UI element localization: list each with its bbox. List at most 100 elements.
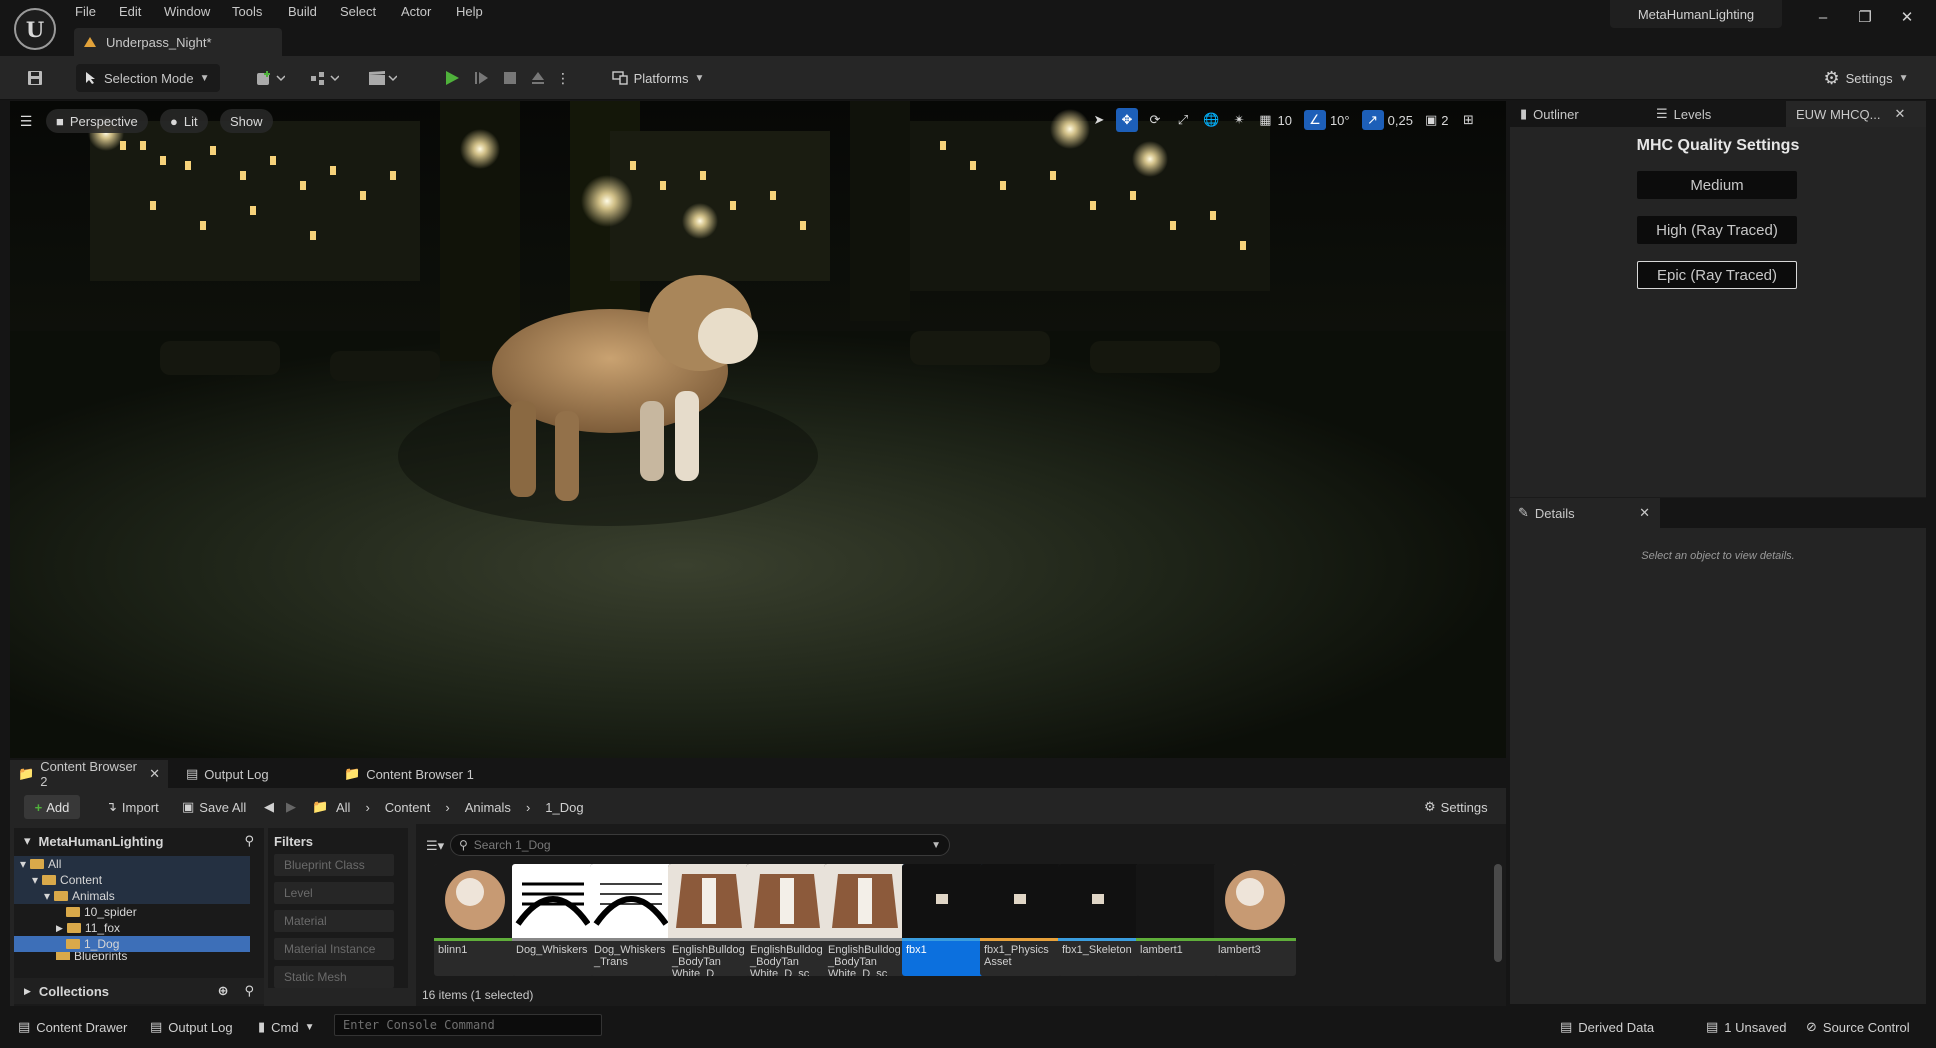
tab-outliner[interactable]: ▮ Outliner (1510, 101, 1644, 127)
source-control-button[interactable]: ⊘ Source Control (1806, 1014, 1910, 1040)
quality-epic-button[interactable]: Epic (Ray Traced) (1637, 261, 1797, 289)
asset-tile[interactable]: lambert1 (1136, 864, 1218, 976)
cinematics-button[interactable] (362, 64, 402, 92)
tree-item-11-fox[interactable]: ▶ 11_fox (14, 920, 250, 936)
close-window-icon[interactable]: ✕ (1894, 6, 1920, 28)
chevron-down-icon[interactable]: ▼ (931, 840, 941, 851)
add-collection-icon[interactable]: ⊕ (218, 983, 229, 999)
eject-button[interactable] (526, 64, 550, 92)
breadcrumb-1-dog[interactable]: 1_Dog (545, 800, 583, 815)
asset-tile[interactable]: EnglishBulldog_BodyTan White_D (668, 864, 750, 976)
tree-item-1-dog[interactable]: 1_Dog (14, 936, 250, 952)
show-button[interactable]: Show (220, 109, 273, 133)
menu-edit[interactable]: Edit (119, 4, 141, 20)
level-viewport[interactable]: ☰ ■ Perspective ● Lit Show ➤ ✥ ⟳ ⤢ 🌐 ✴ ▦… (10, 101, 1506, 758)
menu-window[interactable]: Window (164, 4, 210, 20)
asset-tile[interactable]: blinn1 (434, 864, 516, 976)
perspective-button[interactable]: ■ Perspective (46, 109, 148, 133)
save-icon[interactable] (22, 64, 48, 92)
history-forward-icon[interactable]: ▶ (286, 795, 296, 819)
tab-details[interactable]: ✎ Details ✕ (1510, 498, 1660, 528)
sources-header[interactable]: ▾ MetaHumanLighting ⚲ (14, 828, 264, 854)
asset-search-input[interactable]: ⚲ Search 1_Dog ▼ (450, 834, 950, 856)
tab-output-log[interactable]: ▤ Output Log (178, 760, 298, 788)
scale-snap-toggle[interactable]: ↗ 0,25 (1359, 108, 1416, 132)
asset-tile[interactable]: Dog_Whiskers (512, 864, 594, 976)
menu-help[interactable]: Help (456, 4, 483, 20)
tree-item-content[interactable]: ▾ Content (14, 872, 250, 888)
derived-data-button[interactable]: ▤ Derived Data (1560, 1014, 1654, 1040)
asset-tile[interactable]: Dog_Whiskers_Trans (590, 864, 672, 976)
import-button[interactable]: ↴ Import (106, 795, 159, 819)
filter-material-instance[interactable]: Material Instance (274, 938, 394, 960)
filter-level[interactable]: Level (274, 882, 394, 904)
selection-mode-dropdown[interactable]: Selection Mode ▼ (76, 64, 220, 92)
settings-dropdown[interactable]: ⚙ Settings ▼ (1820, 64, 1912, 92)
asset-tile[interactable]: EnglishBulldog_BodyTan White_D_sc (824, 864, 906, 976)
menu-file[interactable]: File (75, 4, 96, 20)
tab-levels[interactable]: ☰ Levels (1646, 101, 1780, 127)
search-icon[interactable]: ⚲ (244, 983, 254, 999)
asset-tile[interactable]: lambert3 (1214, 864, 1296, 976)
filter-static-mesh[interactable]: Static Mesh (274, 966, 394, 988)
tree-item-all[interactable]: ▾ All (14, 856, 250, 872)
breadcrumb-all[interactable]: All (336, 800, 350, 815)
asset-tile[interactable]: fbx1_Physics Asset (980, 864, 1062, 976)
filter-dropdown-icon[interactable]: ☰▾ (426, 838, 444, 854)
play-options-icon[interactable]: ⋮ (556, 64, 570, 92)
breadcrumb-animals[interactable]: Animals (465, 800, 511, 815)
grid-snap-toggle[interactable]: ▦ 10 (1256, 108, 1295, 132)
quality-high-button[interactable]: High (Ray Traced) (1637, 216, 1797, 244)
blueprint-button[interactable] (304, 64, 344, 92)
tab-euw-mhcq[interactable]: EUW MHCQ... ✕ (1786, 101, 1926, 127)
menu-build[interactable]: Build (288, 4, 317, 20)
add-button[interactable]: + Add (24, 795, 80, 819)
rotate-tool-icon[interactable]: ⟳ (1144, 108, 1166, 132)
asset-tile[interactable]: fbx1 (902, 864, 984, 976)
cb-settings-button[interactable]: ⚙ Settings (1424, 795, 1488, 819)
tab-content-browser-2[interactable]: 📁 Content Browser 2 ✕ (10, 759, 168, 789)
tree-item-10-spider[interactable]: 10_spider (14, 904, 250, 920)
menu-tools[interactable]: Tools (232, 4, 262, 20)
menu-select[interactable]: Select (340, 4, 376, 20)
asset-scrollbar[interactable] (1494, 864, 1502, 962)
rotation-snap-toggle[interactable]: ∠ 10° (1301, 108, 1353, 132)
filter-material[interactable]: Material (274, 910, 394, 932)
asset-tile[interactable]: EnglishBulldog_BodyTan White_D_sc (746, 864, 828, 976)
skip-frame-button[interactable] (470, 64, 494, 92)
world-space-icon[interactable]: 🌐 (1200, 108, 1222, 132)
breadcrumb-content[interactable]: Content (385, 800, 431, 815)
lit-button[interactable]: ● Lit (160, 109, 208, 133)
close-icon[interactable]: ✕ (1895, 106, 1906, 122)
content-drawer-button[interactable]: ▤ Content Drawer (18, 1014, 127, 1040)
platforms-dropdown[interactable]: Platforms ▼ (606, 64, 710, 92)
scale-tool-icon[interactable]: ⤢ (1172, 108, 1194, 132)
search-icon[interactable]: ⚲ (244, 833, 254, 849)
play-button[interactable] (440, 64, 464, 92)
save-all-button[interactable]: ▣ Save All (182, 795, 246, 819)
history-back-icon[interactable]: ◀ (264, 795, 274, 819)
filter-blueprint-class[interactable]: Blueprint Class (274, 854, 394, 876)
tree-item-blueprints[interactable]: Blueprints (14, 952, 250, 960)
folder-icon[interactable]: 📁 (312, 795, 328, 819)
tab-content-browser-1[interactable]: 📁 Content Browser 1 (336, 760, 486, 788)
translate-tool-icon[interactable]: ✥ (1116, 108, 1138, 132)
stop-button[interactable] (498, 64, 522, 92)
output-log-button[interactable]: ▤ Output Log (150, 1014, 233, 1040)
restore-icon[interactable]: ❐ (1852, 6, 1878, 28)
level-document-tab[interactable]: Underpass_Night* (74, 28, 282, 56)
surface-snap-icon[interactable]: ✴ (1228, 108, 1250, 132)
unreal-logo-icon[interactable]: U (14, 8, 56, 50)
cmd-dropdown[interactable]: ▮ Cmd ▼ (258, 1014, 315, 1040)
tree-item-animals[interactable]: ▾ Animals (14, 888, 250, 904)
close-icon[interactable]: ✕ (149, 766, 160, 782)
console-input[interactable]: Enter Console Command (334, 1014, 602, 1036)
add-actor-button[interactable] (250, 64, 290, 92)
unsaved-button[interactable]: ▤ 1 Unsaved (1706, 1014, 1786, 1040)
close-icon[interactable]: ✕ (1639, 505, 1650, 521)
viewport-menu-icon[interactable]: ☰ (16, 111, 36, 131)
collections-header[interactable]: ▶ Collections ⊕ ⚲ (14, 978, 264, 1004)
select-tool-icon[interactable]: ➤ (1088, 108, 1110, 132)
asset-tile[interactable]: fbx1_Skeleton (1058, 864, 1140, 976)
viewport-layout-icon[interactable]: ⊞ (1457, 108, 1479, 132)
